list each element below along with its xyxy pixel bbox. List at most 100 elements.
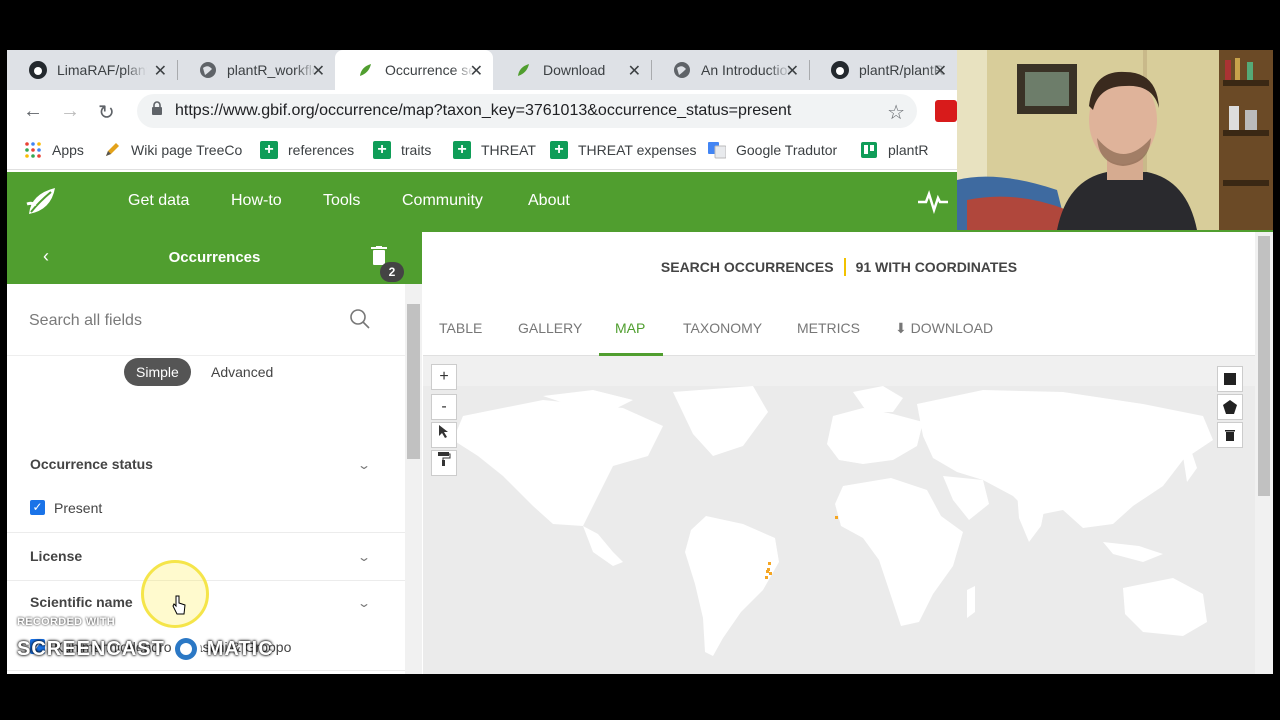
bookmark-threat[interactable]: + THREAT — [453, 141, 536, 159]
close-icon[interactable]: ✕ — [786, 61, 799, 81]
tab-map[interactable]: MAP — [615, 320, 645, 336]
browser-tab[interactable]: Download ✕ — [493, 50, 652, 90]
nav-community[interactable]: Community — [402, 192, 483, 210]
tab-metrics[interactable]: METRICS — [797, 320, 860, 336]
tab-title: Occurrence search — [385, 62, 475, 78]
bookmark-label: Wiki page TreeCo — [131, 142, 243, 158]
results-view-tabs: TABLE GALLERY MAP TAXONOMY METRICS ⬇ DOW… — [423, 296, 1255, 356]
bookmark-label: THREAT — [481, 142, 536, 158]
search-mode-toggle: Simple Advanced — [7, 356, 405, 396]
google-sheets-icon: + — [260, 141, 278, 159]
google-sheets-icon: + — [453, 141, 471, 159]
coordinates-count: 91 WITH COORDINATES — [855, 259, 1018, 275]
close-icon[interactable]: ✕ — [312, 61, 325, 81]
browser-tab[interactable]: plantR/plantR ✕ — [809, 50, 957, 90]
world-map — [423, 356, 1255, 656]
back-arrow-icon[interactable]: ← — [23, 100, 43, 123]
google-translate-icon — [708, 141, 726, 159]
apps-grid-icon — [24, 141, 42, 159]
google-sheets-icon: + — [550, 141, 568, 159]
results-scrollbar[interactable] — [1255, 232, 1273, 674]
filter-value-label[interactable]: Present — [54, 500, 102, 516]
bookmark-google-tradutor[interactable]: Google Tradutor — [708, 141, 837, 159]
search-icon[interactable] — [349, 308, 371, 335]
close-icon[interactable]: ✕ — [154, 61, 167, 81]
filter-count-badge: 2 — [380, 262, 404, 282]
gbif-icon — [357, 61, 375, 79]
filter-panel-scrollbar[interactable] — [405, 284, 422, 674]
checkbox-checked[interactable]: ✓ — [30, 500, 45, 515]
matic-label: MATIC — [206, 637, 274, 660]
screencast-logo-icon — [170, 634, 201, 664]
chevron-down-icon[interactable]: ⌄ — [357, 550, 371, 564]
reload-icon[interactable]: ↻ — [98, 100, 115, 125]
trello-icon — [860, 141, 878, 159]
tab-title: plantR_workflow — [227, 62, 317, 78]
mode-advanced-button[interactable]: Advanced — [199, 358, 285, 386]
bookmark-label: plantR — [888, 142, 929, 158]
bookmarks-bar: Apps Wiki page TreeCo + references + tra… — [7, 132, 957, 170]
bookmark-label: Google Tradutor — [736, 142, 838, 158]
gbif-logo-icon[interactable] — [25, 184, 61, 223]
draw-rectangle-icon[interactable] — [1217, 366, 1243, 392]
github-icon — [831, 61, 849, 79]
globe-icon — [673, 61, 691, 79]
bookmark-threat-expenses[interactable]: + THREAT expenses — [550, 141, 697, 159]
recorded-with-label: RECORDED WITH — [17, 616, 116, 628]
tab-download[interactable]: ⬇ DOWNLOAD — [895, 320, 993, 337]
select-tool-icon[interactable] — [431, 422, 457, 448]
bookmark-references[interactable]: + references — [260, 141, 354, 159]
nav-about[interactable]: About — [528, 192, 570, 210]
bookmark-label: THREAT expenses — [578, 142, 697, 158]
filter-section-title[interactable]: Scientific name — [30, 594, 133, 610]
browser-tab[interactable]: An Introduction ✕ — [651, 50, 810, 90]
browser-tab[interactable]: plantR_workflow ✕ — [177, 50, 336, 90]
pencil-icon — [103, 141, 121, 159]
close-icon[interactable]: ✕ — [470, 61, 483, 81]
mode-simple-button[interactable]: Simple — [124, 358, 191, 386]
search-input[interactable] — [29, 306, 339, 336]
hand-cursor-icon — [172, 595, 186, 615]
close-icon[interactable]: ✕ — [628, 61, 641, 81]
draw-polygon-icon[interactable] — [1217, 394, 1243, 420]
globe-icon — [199, 61, 217, 79]
screencast-label: SCREENCAST — [17, 637, 165, 660]
zoom-out-button[interactable]: - — [431, 394, 457, 420]
chevron-down-icon[interactable]: ⌄ — [357, 596, 371, 610]
nav-get-data[interactable]: Get data — [128, 192, 189, 210]
zoom-in-button[interactable]: + — [431, 364, 457, 390]
results-summary: SEARCH OCCURRENCES 91 WITH COORDINATES — [423, 232, 1255, 296]
bookmark-plantr[interactable]: plantR — [860, 141, 928, 159]
tab-title: An Introduction — [701, 62, 791, 78]
close-icon[interactable]: ✕ — [934, 61, 947, 81]
gbif-icon — [515, 61, 533, 79]
browser-tab[interactable]: LimaRAF/plantR ✕ — [7, 50, 178, 90]
chevron-down-icon[interactable]: ⌄ — [357, 458, 371, 472]
search-row — [7, 284, 405, 356]
browser-tab-active[interactable]: Occurrence search ✕ — [335, 50, 493, 90]
tab-gallery[interactable]: GALLERY — [518, 320, 582, 336]
occurrence-map[interactable]: + - — [423, 356, 1255, 674]
tab-table[interactable]: TABLE — [439, 320, 482, 336]
browser-tab-strip: LimaRAF/plantR ✕ plantR_workflow ✕ Occur… — [7, 50, 957, 90]
filter-section-title[interactable]: Occurrence status — [30, 456, 153, 472]
bookmark-apps[interactable]: Apps — [24, 141, 84, 159]
nav-tools[interactable]: Tools — [323, 192, 360, 210]
screencast-watermark: RECORDED WITH SCREENCAST MATIC — [17, 616, 274, 666]
forward-arrow-icon[interactable]: → — [60, 100, 80, 123]
bookmark-traits[interactable]: + traits — [373, 141, 431, 159]
address-bar[interactable]: https://www.gbif.org/occurrence/map?taxo… — [137, 94, 917, 128]
download-icon: ⬇ — [895, 320, 911, 336]
filter-panel-title: Occurrences — [168, 249, 261, 266]
delete-shape-icon[interactable] — [1217, 422, 1243, 448]
nav-how-to[interactable]: How-to — [231, 192, 282, 210]
paint-roller-icon[interactable] — [431, 450, 457, 476]
tab-taxonomy[interactable]: TAXONOMY — [683, 320, 762, 336]
filter-section-title[interactable]: License — [30, 548, 82, 564]
webcam-overlay — [957, 50, 1273, 230]
star-bookmark-icon[interactable]: ☆ — [887, 100, 905, 125]
filter-panel-header: ‹ Occurrences 2 — [7, 232, 422, 284]
bookmark-wiki-treeco[interactable]: Wiki page TreeCo — [103, 141, 242, 159]
extension-icon[interactable] — [935, 100, 957, 122]
activity-pulse-icon[interactable] — [917, 188, 949, 219]
